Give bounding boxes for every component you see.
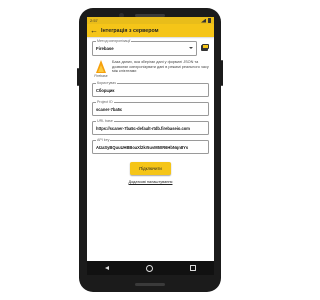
phone-screen: 2:57 ← Інтеграція з сервером Метод синхр… [87, 17, 214, 275]
sync-method-dropdown[interactable]: Метод синхронізації Firebase [92, 39, 197, 56]
user-field-label: Користувач [96, 81, 118, 86]
chevron-down-icon [189, 47, 193, 49]
bottom-speaker [135, 283, 165, 286]
sync-method-label: Метод синхронізації [96, 39, 132, 44]
page-title: Інтеграція з сервером [101, 27, 159, 34]
project-id-value: scaner-7ba5c [96, 107, 123, 112]
firebase-logo: Firebase [92, 60, 110, 78]
firebase-info: Firebase База даних, яка зберігає дані у… [92, 60, 209, 78]
firebase-description: База даних, яка зберігає дані у форматі … [112, 60, 209, 74]
firebase-logo-label: Firebase [94, 74, 108, 78]
button-row: Підключити [92, 162, 209, 175]
url-base-field[interactable]: URL base https://scaner-7ba5c-default-rt… [92, 119, 209, 135]
battery-icon [208, 18, 211, 23]
connect-button[interactable]: Підключити [130, 162, 171, 175]
firebase-flame-icon [96, 60, 106, 73]
method-row: Метод синхронізації Firebase [92, 39, 209, 56]
status-bar: 2:57 [87, 17, 214, 24]
status-time: 2:57 [90, 18, 98, 23]
nav-back-icon[interactable] [105, 266, 110, 270]
signal-icon [201, 18, 206, 23]
api-key-label: API key [96, 138, 111, 143]
api-key-value: AIzaSyBQuuUHBBoaXl2kr5uvM50R6HbNqn8Ys [96, 145, 189, 150]
user-field-value: Сборщик [96, 88, 115, 93]
project-id-label: Project ID [96, 100, 114, 105]
main-content: Метод синхронізації Firebase Firebase Ба… [87, 37, 214, 184]
nav-home-icon[interactable] [145, 264, 153, 272]
app-bar: ← Інтеграція з сервером [87, 24, 214, 37]
system-nav-bar [87, 261, 214, 275]
url-base-label: URL base [96, 119, 114, 124]
api-key-field[interactable]: API key AIzaSyBQuuUHBBoaXl2kr5uvM50R6HbN… [92, 138, 209, 154]
nav-recent-apps-icon[interactable] [189, 265, 196, 271]
project-id-field[interactable]: Project ID scaner-7ba5c [92, 100, 209, 116]
connection-fields: Користувач Сборщик Project ID scaner-7ba… [92, 81, 209, 154]
database-icon[interactable] [200, 43, 209, 52]
status-icons [201, 18, 211, 23]
user-field[interactable]: Користувач Сборщик [92, 81, 209, 97]
url-base-value: https://scaner-7ba5c-default-rtdb.fireba… [96, 126, 190, 131]
additional-settings-link[interactable]: Додаткові налаштування [92, 180, 209, 184]
sync-method-value: Firebase [96, 46, 114, 51]
back-arrow-icon[interactable]: ← [90, 24, 98, 37]
